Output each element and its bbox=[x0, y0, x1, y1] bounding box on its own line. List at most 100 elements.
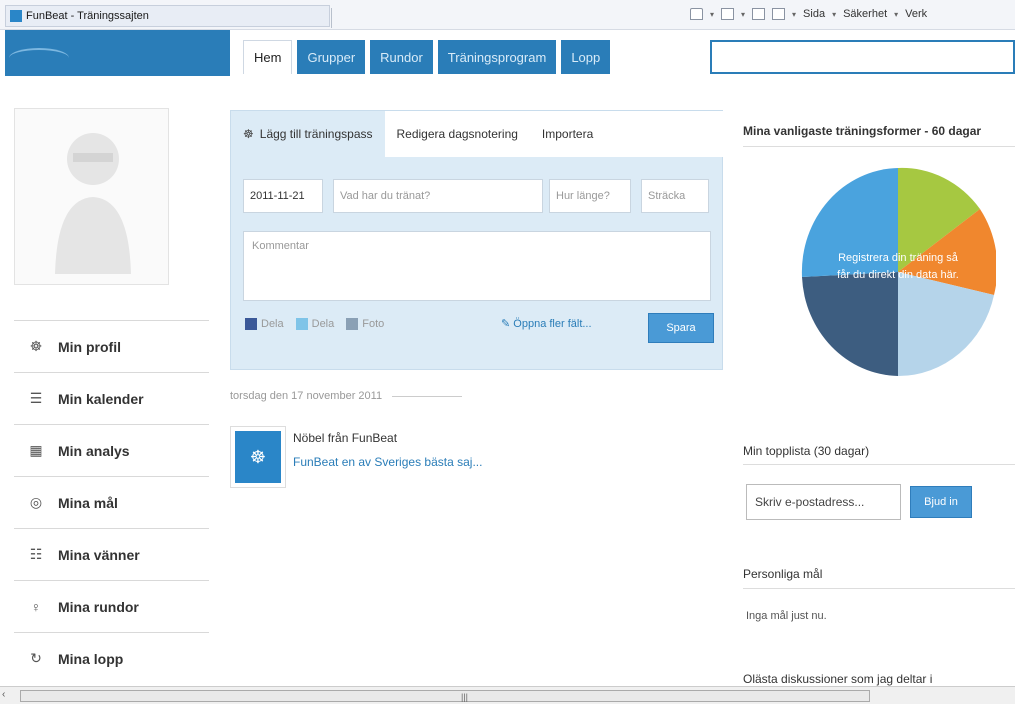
feed-date-divider: torsdag den 17 november 2011 bbox=[230, 390, 463, 402]
scroll-left-icon[interactable]: ‹ bbox=[2, 689, 5, 700]
list-icon: ☰ bbox=[29, 390, 43, 406]
home-icon[interactable] bbox=[690, 8, 703, 20]
favicon-icon bbox=[10, 10, 22, 22]
caret-icon[interactable]: ▾ bbox=[741, 10, 745, 19]
sidebar-item-label: Mina mål bbox=[58, 494, 118, 511]
funbeat-runner-icon: ☸ bbox=[235, 431, 281, 483]
share-label: Dela bbox=[311, 318, 335, 330]
save-button[interactable]: Spara bbox=[648, 313, 714, 343]
sidebar-item-analysis[interactable]: ▦ Min analys bbox=[14, 424, 209, 476]
twitter-icon bbox=[295, 318, 308, 330]
nav-tab-label: Träningsprogram bbox=[447, 49, 547, 65]
page-menu[interactable]: Sida bbox=[803, 8, 825, 20]
scrollbar-grip-icon[interactable]: ||| bbox=[461, 692, 468, 702]
horizontal-scrollbar[interactable]: ‹ ||| bbox=[0, 686, 1015, 704]
caret-icon[interactable]: ▾ bbox=[894, 10, 898, 19]
training-entry-panel: ☸ Lägg till träningspass Redigera dagsno… bbox=[230, 110, 724, 370]
invite-email-input[interactable]: Skriv e-postadress... bbox=[746, 484, 901, 520]
people-icon: ☷ bbox=[29, 546, 43, 562]
site-logo[interactable] bbox=[5, 30, 230, 76]
sidebar-item-goals[interactable]: ◎ Mina mål bbox=[14, 476, 209, 528]
runner-icon: ☸ bbox=[243, 127, 254, 141]
pie-slice-navy bbox=[802, 272, 898, 376]
tab-add-workout[interactable]: ☸ Lägg till träningspass bbox=[231, 111, 385, 157]
scrollbar-track[interactable]: ||| bbox=[20, 690, 870, 702]
tab-import[interactable]: Importera bbox=[530, 111, 605, 157]
sidebar-item-label: Mina rundor bbox=[58, 598, 139, 615]
toplist-heading: Min topplista (30 dagar) bbox=[743, 444, 870, 458]
avatar-placeholder-icon bbox=[55, 133, 131, 274]
duration-input[interactable]: Hur länge? bbox=[549, 179, 631, 213]
runner-icon: ☸ bbox=[29, 338, 43, 354]
more-fields-link[interactable]: ✎ Öppna fler fält... bbox=[501, 317, 592, 330]
sidebar-item-calendar[interactable]: ☰ Min kalender bbox=[14, 372, 209, 424]
pie-text-line: får du direkt din data här. bbox=[837, 269, 959, 281]
nav-tab-label: Rundor bbox=[380, 49, 423, 65]
photo-button[interactable]: Foto bbox=[346, 318, 384, 330]
sidebar-item-friends[interactable]: ☷ Mina vänner bbox=[14, 528, 209, 580]
training-pie-chart: Registrera din träning så får du direkt … bbox=[800, 164, 998, 380]
sidebar-item-label: Min analys bbox=[58, 442, 130, 459]
photo-icon bbox=[346, 318, 359, 330]
print-icon[interactable] bbox=[772, 8, 786, 20]
logo-swoosh-icon bbox=[9, 48, 69, 68]
feed-item-link[interactable]: FunBeat en av Sveriges bästa saj... bbox=[293, 455, 482, 469]
sidebar-item-routes[interactable]: ♀ Mina rundor bbox=[14, 580, 209, 632]
date-field[interactable]: 2011-11-21 bbox=[243, 179, 323, 213]
divider bbox=[743, 464, 1015, 465]
browser-tab[interactable]: FunBeat - Träningssajten bbox=[5, 5, 330, 27]
distance-input[interactable]: Sträcka bbox=[641, 179, 709, 213]
caret-icon[interactable]: ▾ bbox=[792, 10, 796, 19]
nav-tab-routes[interactable]: Rundor bbox=[370, 40, 433, 74]
divider bbox=[743, 588, 1015, 589]
safety-menu[interactable]: Säkerhet bbox=[843, 8, 887, 20]
feed-item-image[interactable]: ☸ bbox=[230, 426, 286, 488]
sidebar-item-label: Min profil bbox=[58, 338, 121, 355]
target-icon: ◎ bbox=[29, 494, 43, 510]
tab-edit-day-note[interactable]: Redigera dagsnotering bbox=[385, 111, 530, 157]
activity-input[interactable]: Vad har du tränat? bbox=[333, 179, 543, 213]
comment-input[interactable]: Kommentar bbox=[243, 231, 711, 301]
share-row: Dela Dela Foto bbox=[245, 318, 384, 330]
tools-menu[interactable]: Verk bbox=[905, 8, 927, 20]
discussions-heading: Olästa diskussioner som jag deltar i bbox=[743, 672, 933, 686]
share-label: Dela bbox=[261, 318, 284, 330]
command-bar: ▾ ▾ ▾ Sida ▾ Säkerhet ▾ Verk bbox=[690, 8, 927, 20]
sidebar-item-label: Mina vänner bbox=[58, 546, 140, 563]
invite-button[interactable]: Bjud in bbox=[910, 486, 972, 518]
nav-tab-label: Lopp bbox=[571, 49, 601, 65]
chart-icon: ▦ bbox=[29, 442, 43, 458]
divider-line bbox=[392, 395, 463, 397]
nav-tab-races[interactable]: Lopp bbox=[561, 40, 611, 74]
sidebar-item-label: Mina lopp bbox=[58, 650, 124, 667]
browser-tab-title: FunBeat - Träningssajten bbox=[26, 10, 149, 22]
pin-icon: ♀ bbox=[30, 598, 42, 615]
pie-empty-message: Registrera din träning så får du direkt … bbox=[803, 250, 993, 284]
feeds-icon[interactable] bbox=[721, 8, 735, 20]
pencil-icon: ✎ bbox=[501, 318, 511, 330]
tab-label: Lägg till träningspass bbox=[259, 127, 373, 141]
sidebar-item-label: Min kalender bbox=[58, 390, 144, 407]
mail-icon[interactable] bbox=[752, 8, 766, 20]
goals-heading: Personliga mål bbox=[743, 567, 823, 581]
caret-icon[interactable]: ▾ bbox=[710, 10, 714, 19]
header-search-bar[interactable] bbox=[710, 40, 1015, 74]
sidebar-item-races[interactable]: ↻ Mina lopp bbox=[14, 632, 209, 684]
feed-item-title: Nöbel från FunBeat bbox=[293, 431, 398, 445]
nav-tab-home[interactable]: Hem bbox=[243, 40, 293, 74]
post-tabs: ☸ Lägg till träningspass Redigera dagsno… bbox=[231, 111, 724, 157]
tab-label: Redigera dagsnotering bbox=[396, 127, 518, 141]
sidebar-item-profile[interactable]: ☸ Min profil bbox=[14, 320, 209, 372]
facebook-share[interactable]: Dela bbox=[245, 318, 284, 330]
browser-toolbar: FunBeat - Träningssajten ▾ ▾ ▾ Sida ▾ Säk… bbox=[0, 0, 1015, 30]
nav-tab-label: Hem bbox=[254, 50, 282, 65]
nav-tab-training-program[interactable]: Träningsprogram bbox=[437, 40, 557, 74]
facebook-icon bbox=[245, 318, 257, 330]
goals-text: Inga mål just nu. bbox=[746, 610, 827, 622]
twitter-share[interactable]: Dela bbox=[295, 318, 335, 330]
loop-icon: ↻ bbox=[30, 650, 42, 666]
tab-separator bbox=[331, 8, 332, 28]
nav-tab-groups[interactable]: Grupper bbox=[297, 40, 366, 74]
caret-icon[interactable]: ▾ bbox=[832, 10, 836, 19]
avatar[interactable] bbox=[14, 108, 169, 285]
